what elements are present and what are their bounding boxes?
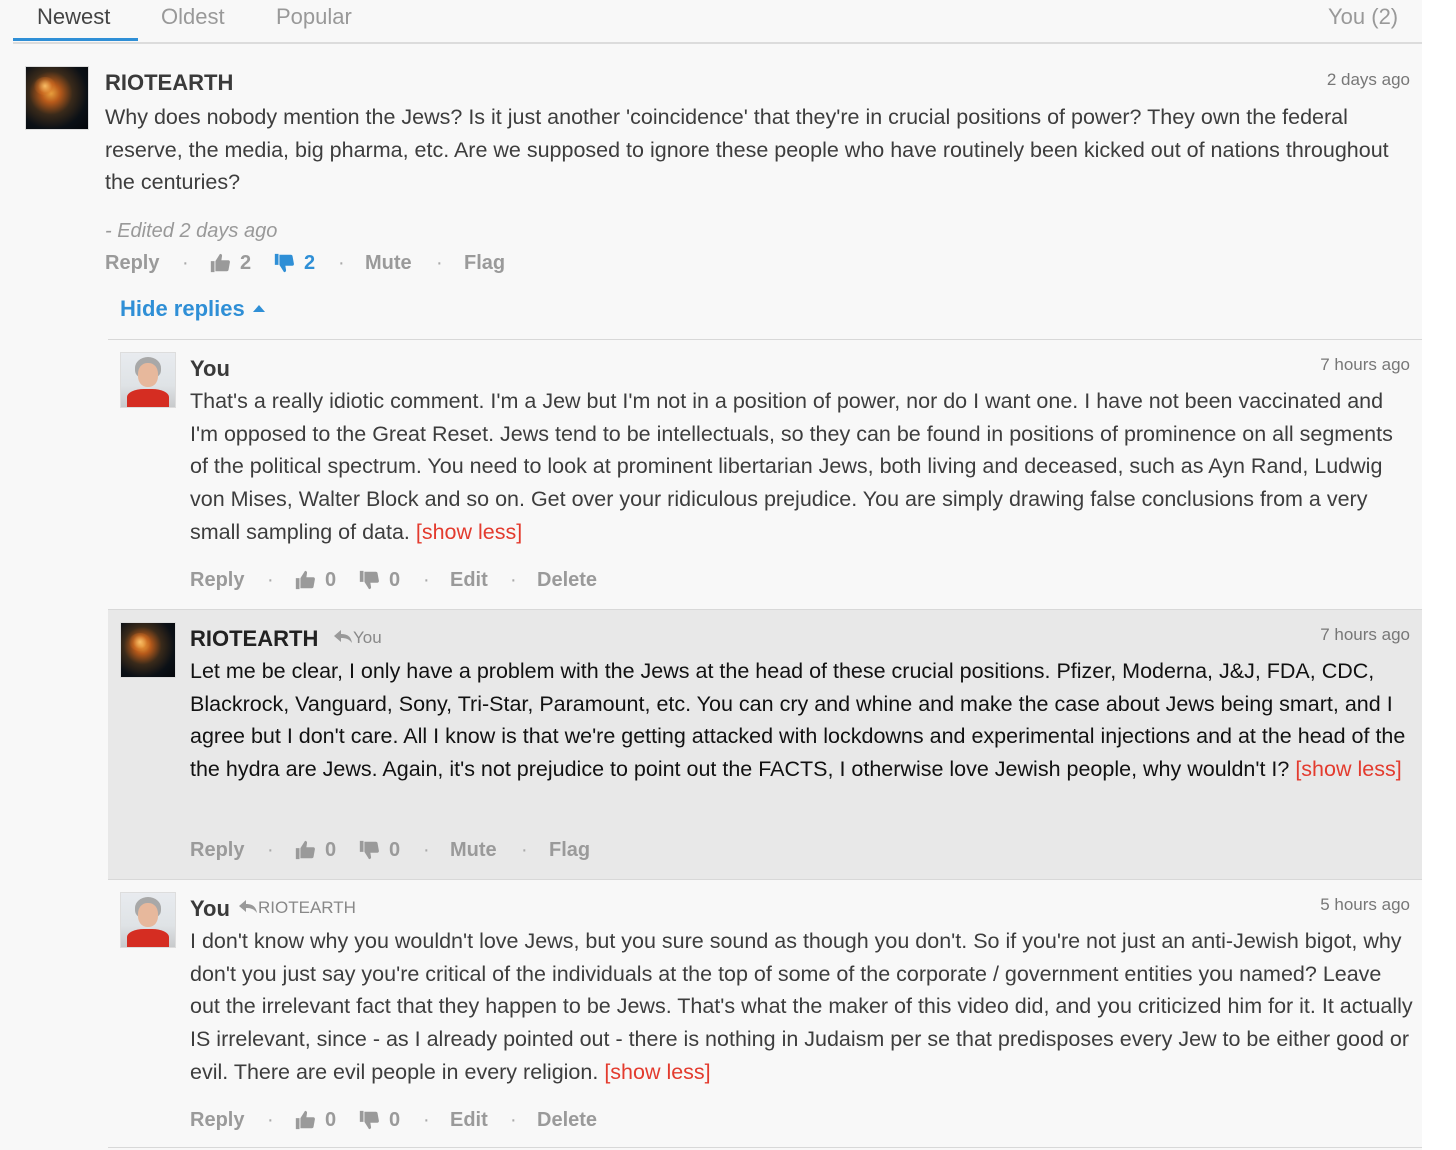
comment-timestamp[interactable]: 7 hours ago [1210,355,1410,375]
earth-avatar[interactable] [25,66,89,130]
upvote-count: 0 [325,1109,337,1131]
downvote-count: 0 [389,569,401,591]
reply-button[interactable]: Reply [190,1109,244,1132]
thumbs-up-icon [295,1110,315,1130]
separator-dot: · [510,1109,517,1131]
comment-timestamp[interactable]: 5 hours ago [1210,895,1410,915]
downvote-button[interactable] [358,1109,380,1137]
upvote-count: 0 [325,569,337,591]
comment-text: I don't know why you wouldn't love Jews,… [190,929,1413,1084]
reply-to[interactable]: RIOTEARTH [238,898,356,918]
comment-timestamp[interactable]: 2 days ago [1210,70,1410,90]
downvote-button[interactable] [358,839,380,867]
comment-text: Let me be clear, I only have a problem w… [190,659,1406,782]
mute-button[interactable]: Mute [365,252,412,275]
reply-arrow-icon [239,900,257,913]
mute-button[interactable]: Mute [450,839,497,862]
thumbs-up-icon [295,570,315,590]
separator-dot: · [521,839,528,861]
thumbs-down-icon [359,840,379,860]
divider [108,879,1422,880]
upvote-button[interactable] [209,252,231,280]
tab-newest[interactable]: Newest [37,4,110,30]
flag-button[interactable]: Flag [464,252,505,275]
downvote-count: 0 [389,839,401,861]
comment-actions: Reply · 2 2 · Mute · Flag [105,252,525,278]
page-right-margin [1422,0,1456,1150]
tab-oldest[interactable]: Oldest [161,4,225,30]
upvote-button[interactable] [294,569,316,597]
separator-dot: · [423,569,430,591]
downvote-button[interactable] [358,569,380,597]
delete-button[interactable]: Delete [537,1109,597,1132]
comment-author[interactable]: RIOTEARTH [105,70,233,96]
separator-dot: · [436,252,443,274]
separator-dot: · [338,252,345,274]
downvote-count: 0 [389,1109,401,1131]
show-less-link[interactable]: [show less] [604,1060,710,1084]
comment-author[interactable]: RIOTEARTH [190,626,318,652]
caret-up-icon [252,305,265,312]
comment-body: I don't know why you wouldn't love Jews,… [190,925,1415,1089]
separator-dot: · [267,1109,274,1131]
comment-body: Let me be clear, I only have a problem w… [190,655,1412,786]
reply-button[interactable]: Reply [190,839,244,862]
reply-button[interactable]: Reply [190,569,244,592]
downvote-button[interactable] [273,252,295,280]
comment-text: That's a really idiotic comment. I'm a J… [190,389,1393,544]
divider [108,609,1422,610]
divider [108,339,1422,340]
downvote-count: 2 [304,252,316,274]
edited-note: - Edited 2 days ago [105,220,278,242]
show-less-link[interactable]: [show less] [416,520,522,544]
divider [108,1147,1422,1148]
comment-actions: Reply · 0 0 · Edit · Delete [190,569,610,595]
comment-actions: Reply · 0 0 · Edit · Delete [190,1109,610,1135]
reply-to-name: You [353,628,382,647]
user-avatar[interactable] [120,892,176,948]
comment-body: Why does nobody mention the Jews? Is it … [105,105,1389,195]
tab-you[interactable]: You (2) [1328,4,1398,30]
upvote-count: 0 [325,839,337,861]
comment-timestamp[interactable]: 7 hours ago [1210,625,1410,645]
user-avatar[interactable] [120,352,176,408]
reply-button[interactable]: Reply [105,252,159,275]
hide-replies-label: Hide replies [120,296,245,321]
earth-avatar[interactable] [120,622,176,678]
tab-popular[interactable]: Popular [276,4,352,30]
thumbs-down-icon [359,570,379,590]
upvote-button[interactable] [294,839,316,867]
thumbs-down-icon [274,253,294,273]
show-less-link[interactable]: [show less] [1295,757,1401,781]
comment-author[interactable]: You [190,356,230,382]
reply-to[interactable]: You [333,628,382,648]
hide-replies-button[interactable]: Hide replies [120,296,265,322]
upvote-button[interactable] [294,1109,316,1137]
flag-button[interactable]: Flag [549,839,590,862]
thumbs-up-icon [295,840,315,860]
thumbs-up-icon [210,253,230,273]
upvote-count: 2 [240,252,252,274]
separator-dot: · [267,839,274,861]
active-tab-indicator [13,38,138,41]
edit-button[interactable]: Edit [450,569,488,592]
separator-dot: · [423,839,430,861]
edit-button[interactable]: Edit [450,1109,488,1132]
reply-to-name: RIOTEARTH [258,898,356,917]
separator-dot: · [510,569,517,591]
thumbs-down-icon [359,1110,379,1130]
separator-dot: · [267,569,274,591]
comment-body: That's a really idiotic comment. I'm a J… [190,385,1412,549]
comment-author[interactable]: You [190,896,230,922]
delete-button[interactable]: Delete [537,569,597,592]
sort-tabs: Newest Oldest Popular You (2) [13,0,1422,44]
separator-dot: · [423,1109,430,1131]
separator-dot: · [182,252,189,274]
comment-actions: Reply · 0 0 · Mute · Flag [190,839,610,865]
reply-arrow-icon [334,630,352,643]
